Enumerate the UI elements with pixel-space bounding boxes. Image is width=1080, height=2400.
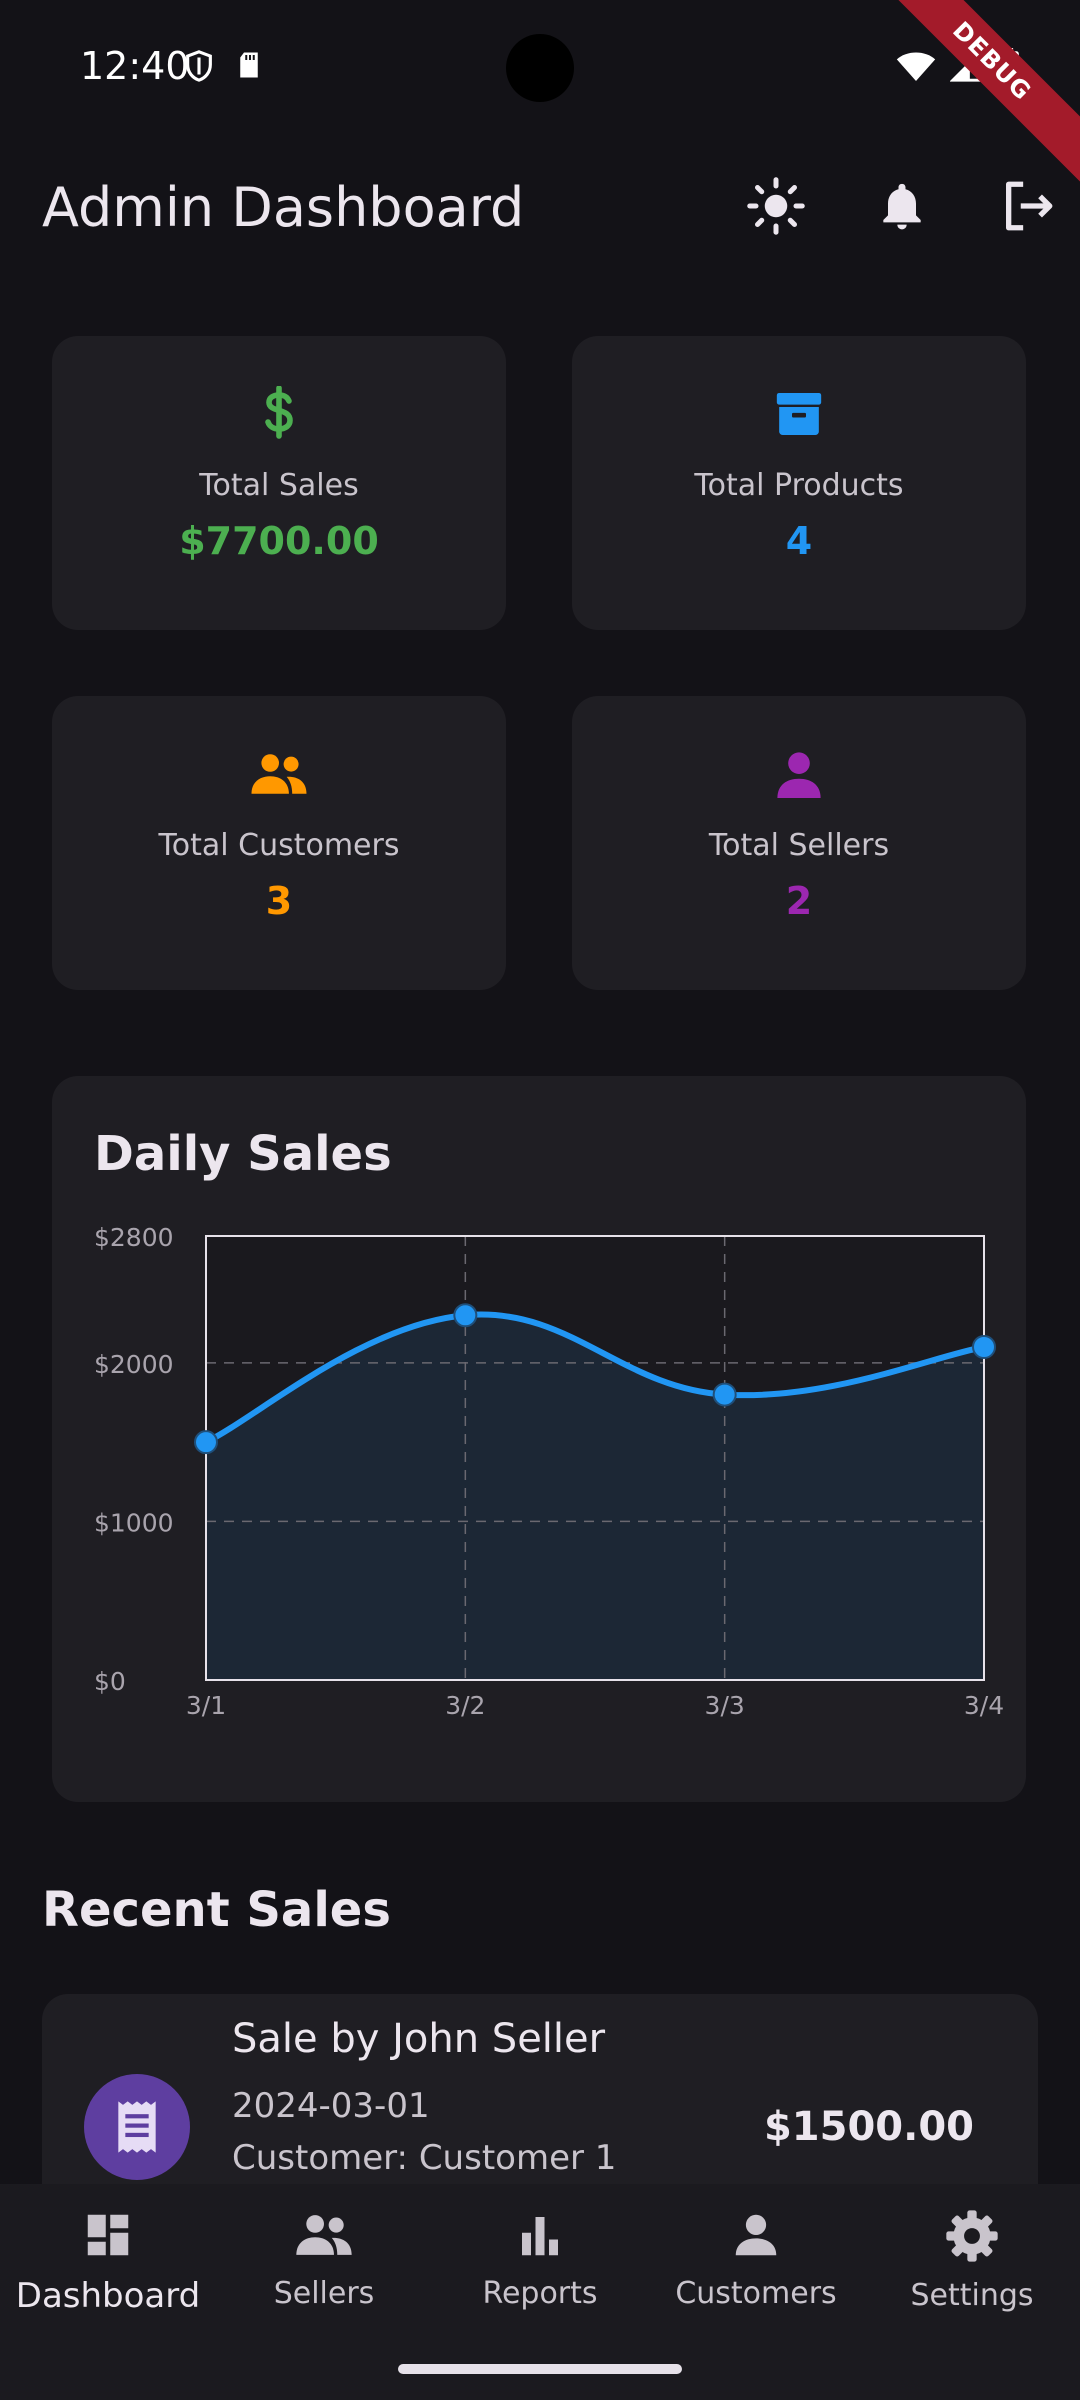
person-icon	[729, 2208, 783, 2266]
logout-button[interactable]	[996, 176, 1060, 240]
notifications-button[interactable]	[870, 176, 934, 240]
receipt-icon	[84, 2074, 190, 2180]
stat-value: $7700.00	[179, 519, 379, 563]
archive-box-icon	[771, 384, 827, 444]
logout-icon	[999, 177, 1057, 239]
y-tick-label: $2000	[94, 1350, 174, 1379]
data-point	[453, 1303, 478, 1328]
wifi-icon	[896, 49, 936, 87]
stat-card-total-customers: Total Customers 3	[52, 696, 506, 990]
people-icon	[248, 744, 310, 804]
recent-sales-title: Recent Sales	[42, 1882, 391, 1938]
nav-item-dashboard[interactable]: Dashboard	[0, 2208, 216, 2316]
camera-cutout	[506, 34, 574, 102]
sale-amount: $1500.00	[763, 2104, 974, 2150]
sun-icon	[746, 176, 806, 240]
nav-label: Customers	[675, 2276, 837, 2311]
stat-label: Total Customers	[158, 828, 400, 863]
x-tick-label: 3/3	[705, 1691, 745, 1720]
daily-sales-chart: $0 $1000 $2000 $2800 3/1 3/2 3/3 3/4	[94, 1223, 1004, 1720]
stat-label: Total Sales	[199, 468, 359, 503]
theme-toggle-button[interactable]	[744, 176, 808, 240]
sale-customer: Customer: Customer 1	[232, 2138, 617, 2178]
daily-sales-chart-card: Daily Sales $0 $1000 $2000 $2800 3/1 3/2 3/3 3/…	[52, 1076, 1026, 1802]
nav-label: Reports	[482, 2276, 598, 2311]
bell-icon	[874, 176, 930, 240]
sale-title: Sale by John Seller	[232, 2016, 606, 2062]
dashboard-icon	[81, 2208, 135, 2266]
bar-chart-icon	[513, 2208, 567, 2266]
stat-value: 4	[785, 519, 813, 563]
stat-value: 2	[785, 879, 813, 923]
stat-card-total-sales: Total Sales $7700.00	[52, 336, 506, 630]
y-tick-label: $0	[94, 1667, 126, 1696]
x-tick-label: 3/4	[964, 1691, 1004, 1720]
vpn-shield-icon	[182, 48, 216, 88]
y-tick-label: $2800	[94, 1223, 174, 1252]
nav-label: Dashboard	[15, 2276, 201, 2316]
sd-card-icon	[234, 48, 264, 88]
x-tick-label: 3/2	[445, 1691, 485, 1720]
home-indicator	[398, 2364, 682, 2374]
nav-item-sellers[interactable]: Sellers	[216, 2208, 432, 2311]
data-point	[712, 1382, 737, 1407]
nav-label: Sellers	[273, 2276, 375, 2311]
stat-label: Total Products	[694, 468, 904, 503]
y-tick-label: $1000	[94, 1508, 174, 1537]
gear-icon	[944, 2208, 1000, 2268]
x-tick-label: 3/1	[186, 1691, 226, 1720]
stat-value: 3	[265, 879, 293, 923]
status-bar: 12:40 DEBUG	[0, 0, 1080, 184]
nav-label: Settings	[910, 2278, 1034, 2313]
data-point	[194, 1430, 218, 1455]
stat-label: Total Sellers	[708, 828, 890, 863]
stat-card-total-products: Total Products 4	[572, 336, 1026, 630]
people-icon	[293, 2208, 355, 2266]
app-bar: Admin Dashboard	[0, 136, 1080, 280]
status-time: 12:40	[80, 44, 190, 88]
stat-card-total-sellers: Total Sellers 2	[572, 696, 1026, 990]
nav-item-reports[interactable]: Reports	[432, 2208, 648, 2311]
nav-item-settings[interactable]: Settings	[864, 2208, 1080, 2313]
sale-date: 2024-03-01	[232, 2086, 430, 2126]
nav-item-customers[interactable]: Customers	[648, 2208, 864, 2311]
data-point	[972, 1335, 996, 1359]
person-icon	[775, 744, 823, 804]
page-title: Admin Dashboard	[42, 176, 525, 239]
dollar-icon	[259, 384, 299, 444]
